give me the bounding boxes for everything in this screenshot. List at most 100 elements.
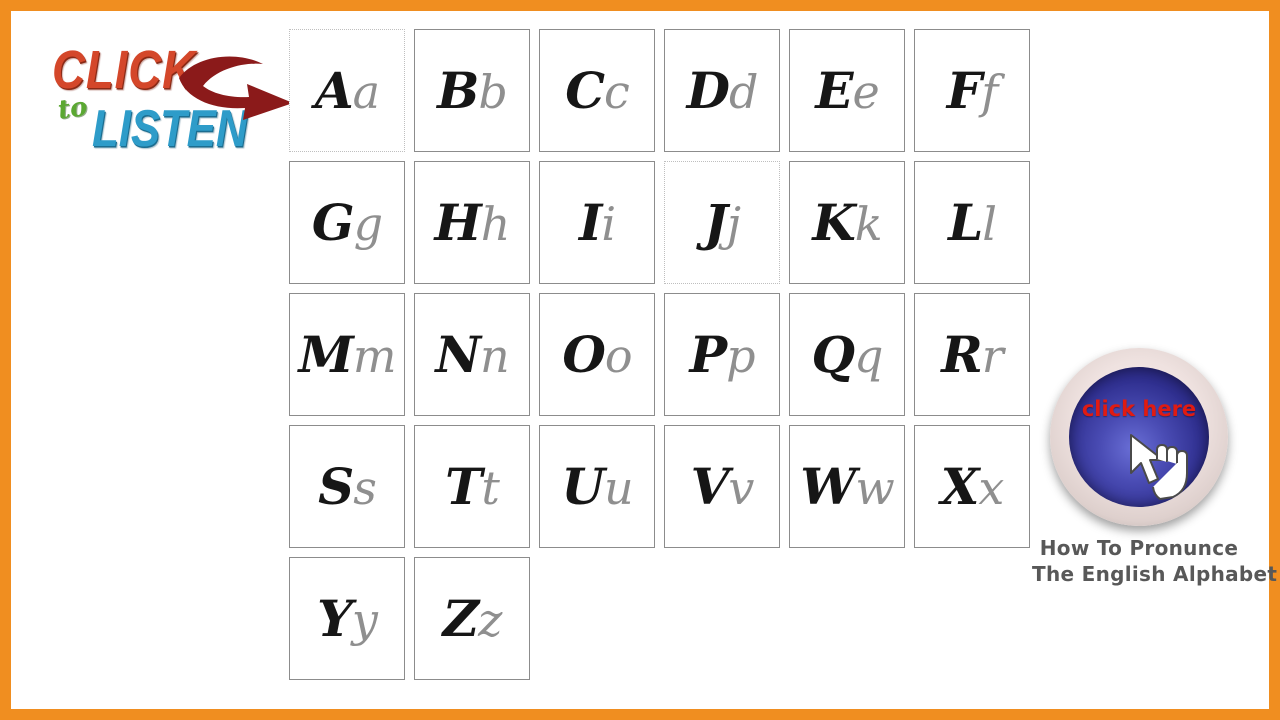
letter-cell-t[interactable]: Tt [414, 425, 530, 548]
letter-uppercase: X [940, 456, 980, 516]
letter-pair: Yy [317, 592, 378, 647]
letter-pair: Kk [812, 196, 883, 251]
letter-uppercase: M [298, 324, 354, 384]
letter-cell-m[interactable]: Mm [289, 293, 405, 416]
letter-cell-empty [664, 557, 780, 680]
letter-cell-empty [914, 557, 1030, 680]
letter-lowercase: b [478, 64, 507, 119]
letter-cell-h[interactable]: Hh [414, 161, 530, 284]
letter-uppercase: L [948, 192, 983, 252]
letter-lowercase: q [854, 328, 883, 383]
letter-pair: Ii [579, 197, 616, 248]
frame-border-top [0, 0, 1280, 11]
letter-uppercase: J [704, 192, 728, 252]
letter-cell-c[interactable]: Cc [539, 29, 655, 152]
letter-pair: Ss [318, 460, 377, 515]
letter-uppercase: D [686, 60, 730, 120]
frame-border-right [1269, 0, 1280, 720]
letter-cell-z[interactable]: Zz [414, 557, 530, 680]
letter-lowercase: y [351, 592, 378, 647]
letter-pair: Gg [312, 197, 383, 248]
letter-cell-a[interactable]: Aa [289, 29, 405, 152]
letter-lowercase: w [855, 460, 894, 515]
letter-lowercase: f [981, 64, 998, 119]
letter-lowercase: o [604, 328, 633, 383]
alphabet-grid: Aa Bb Cc Dd Ee Ff Gg Hh Ii Jj Kk Ll Mm Nn Oo Pp Qq Rr Ss Tt… [289, 29, 1030, 680]
letter-pair: Ee [815, 64, 879, 119]
pronounce-panel: click here How To Pronunce The English A… [1032, 348, 1278, 587]
letter-lowercase: v [728, 460, 754, 515]
letter-cell-d[interactable]: Dd [664, 29, 780, 152]
letter-uppercase: B [437, 60, 479, 120]
letter-uppercase: K [812, 192, 855, 252]
letter-pair: Vv [691, 460, 755, 515]
caption-line-2: The English Alphabet [1032, 561, 1278, 586]
letter-lowercase: c [604, 64, 630, 119]
letter-lowercase: h [480, 196, 511, 251]
letter-cell-l[interactable]: Ll [914, 161, 1030, 284]
letter-lowercase: j [726, 196, 741, 251]
letter-cell-o[interactable]: Oo [539, 293, 655, 416]
letter-uppercase: O [562, 324, 606, 384]
letter-cell-s[interactable]: Ss [289, 425, 405, 548]
curved-arrow-icon [179, 56, 293, 120]
letter-pair: Bb [437, 64, 508, 119]
click-here-button[interactable]: click here [1050, 348, 1228, 526]
letter-pair: Rr [941, 329, 1004, 380]
letter-lowercase: z [478, 592, 502, 647]
letter-uppercase: Q [811, 324, 855, 384]
letter-pair: Nn [435, 329, 509, 380]
letter-cell-i[interactable]: Ii [539, 161, 655, 284]
letter-lowercase: t [481, 460, 499, 515]
letter-cell-empty [539, 557, 655, 680]
letter-pair: Pp [689, 329, 755, 380]
caption-line-1: How To Pronunce [1039, 536, 1239, 560]
letter-pair: Aa [315, 64, 380, 119]
letter-lowercase: l [982, 196, 997, 251]
letter-uppercase: I [578, 192, 602, 252]
letter-pair: Ll [948, 196, 997, 251]
letter-cell-k[interactable]: Kk [789, 161, 905, 284]
letter-pair: Ww [800, 460, 895, 515]
letter-cell-x[interactable]: Xx [914, 425, 1030, 548]
letter-cell-u[interactable]: Uu [539, 425, 655, 548]
letter-uppercase: N [435, 324, 481, 384]
letter-lowercase: a [352, 64, 380, 119]
letter-cell-e[interactable]: Ee [789, 29, 905, 152]
letter-uppercase: G [311, 192, 355, 252]
letter-uppercase: P [689, 324, 727, 384]
letter-lowercase: e [852, 64, 879, 119]
letter-lowercase: k [854, 196, 883, 251]
letter-lowercase: s [353, 460, 377, 515]
letter-lowercase: d [728, 64, 758, 119]
letter-uppercase: S [318, 456, 354, 516]
letter-cell-empty [789, 557, 905, 680]
letter-pair: Xx [941, 461, 1005, 512]
letter-cell-y[interactable]: Yy [289, 557, 405, 680]
letter-cell-b[interactable]: Bb [414, 29, 530, 152]
letter-uppercase: Z [442, 588, 479, 648]
letter-pair: Dd [687, 64, 759, 119]
frame-border-bottom [0, 709, 1280, 720]
letter-cell-n[interactable]: Nn [414, 293, 530, 416]
letter-uppercase: F [946, 60, 982, 120]
letter-lowercase: u [603, 460, 634, 515]
letter-pair: Oo [562, 328, 633, 383]
letter-cell-w[interactable]: Ww [789, 425, 905, 548]
letter-cell-j[interactable]: Jj [664, 161, 780, 284]
letter-uppercase: C [565, 60, 605, 120]
letter-uppercase: V [690, 456, 730, 516]
letter-cell-f[interactable]: Ff [914, 29, 1030, 152]
letter-cell-g[interactable]: Gg [289, 161, 405, 284]
letter-cell-v[interactable]: Vv [664, 425, 780, 548]
letter-cell-r[interactable]: Rr [914, 293, 1030, 416]
letter-pair: Zz [443, 592, 503, 647]
letter-pair: Hh [435, 196, 511, 251]
letter-cell-q[interactable]: Qq [789, 293, 905, 416]
letter-cell-p[interactable]: Pp [664, 293, 780, 416]
letter-pair: Cc [565, 64, 630, 119]
frame-border-left [0, 0, 11, 720]
pronounce-caption: How To Pronunce The English Alphabet [1032, 536, 1278, 587]
letter-uppercase: T [445, 456, 482, 516]
letter-uppercase: A [314, 60, 354, 120]
